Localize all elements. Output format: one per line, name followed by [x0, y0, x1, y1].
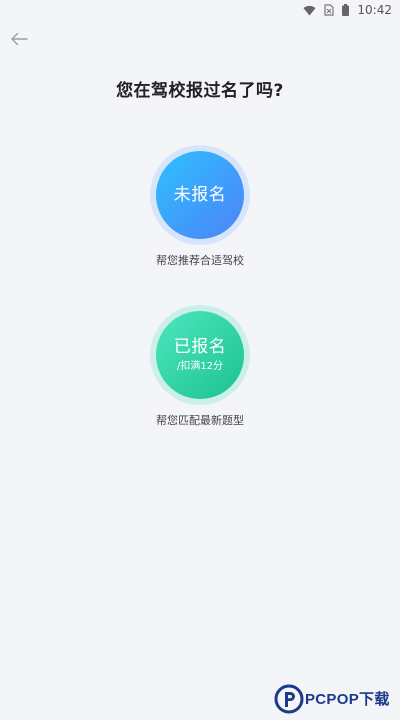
- back-button[interactable]: [8, 28, 30, 50]
- option-caption: 帮您匹配最新题型: [156, 414, 244, 427]
- option-subtext: /扣满12分: [176, 361, 224, 372]
- page-title: 您在驾校报过名了吗?: [116, 81, 284, 101]
- option-circle: 已报名 /扣满12分: [156, 311, 244, 399]
- option-label: 已报名: [173, 337, 227, 357]
- watermark: PCPOP下载: [274, 680, 396, 720]
- no-sim-icon: [324, 4, 335, 16]
- clock-time: 10:42: [357, 3, 392, 17]
- arrow-left-icon: [11, 32, 28, 46]
- option-caption: 帮您推荐合适驾校: [156, 254, 244, 267]
- option-circle: 未报名: [156, 151, 244, 239]
- watermark-text: PCPOP下载: [305, 691, 390, 708]
- pcpop-logo-icon: [274, 684, 304, 714]
- not-registered-button[interactable]: 未报名: [150, 145, 250, 245]
- battery-icon: [342, 4, 350, 16]
- status-bar: 10:42: [0, 0, 400, 20]
- option-label: 未报名: [173, 185, 227, 205]
- wifi-icon: [303, 5, 316, 16]
- registered-button[interactable]: 已报名 /扣满12分: [150, 305, 250, 405]
